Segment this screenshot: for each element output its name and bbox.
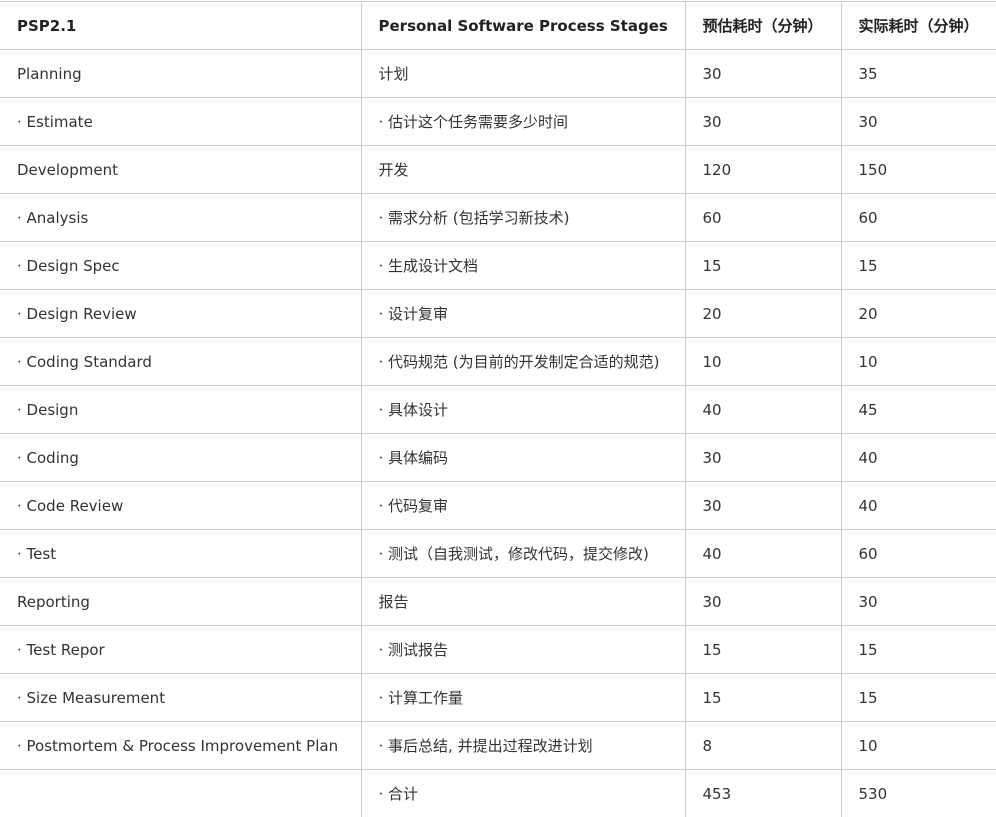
cell-stage: · 需求分析 (包括学习新技术) (360, 193, 686, 242)
cell-stage: · 代码规范 (为目前的开发制定合适的规范) (360, 337, 686, 386)
table-row: · Test Repor · 测试报告 15 15 (0, 625, 996, 674)
cell-psp: · Code Review (0, 481, 362, 530)
cell-stage: · 代码复审 (360, 481, 686, 530)
cell-stage: · 生成设计文档 (360, 241, 686, 290)
cell-psp: · Design (0, 385, 362, 434)
cell-psp: · Design Spec (0, 241, 362, 290)
cell-actual: 35 (840, 49, 996, 98)
table-row: · Postmortem & Process Improvement Plan … (0, 721, 996, 770)
cell-psp: · Design Review (0, 289, 362, 338)
table-row: · Design · 具体设计 40 45 (0, 385, 996, 434)
cell-actual: 45 (840, 385, 996, 434)
cell-actual: 10 (840, 337, 996, 386)
table-row-total: · 合计 453 530 (0, 769, 996, 817)
table-row: · Test · 测试（自我测试，修改代码，提交修改) 40 60 (0, 529, 996, 578)
cell-actual: 530 (840, 769, 996, 817)
cell-stage: · 测试报告 (360, 625, 686, 674)
cell-estimated: 40 (684, 385, 842, 434)
cell-psp: · Estimate (0, 97, 362, 146)
cell-psp: · Coding Standard (0, 337, 362, 386)
table-row: Planning 计划 30 35 (0, 49, 996, 98)
cell-estimated: 8 (684, 721, 842, 770)
cell-estimated: 30 (684, 97, 842, 146)
cell-actual: 20 (840, 289, 996, 338)
cell-stage: · 测试（自我测试，修改代码，提交修改) (360, 529, 686, 578)
cell-estimated: 30 (684, 49, 842, 98)
cell-estimated: 10 (684, 337, 842, 386)
cell-estimated: 60 (684, 193, 842, 242)
table-row: Reporting 报告 30 30 (0, 577, 996, 626)
table-row: · Analysis · 需求分析 (包括学习新技术) 60 60 (0, 193, 996, 242)
cell-estimated: 30 (684, 481, 842, 530)
cell-actual: 150 (840, 145, 996, 194)
header-estimated-time: 预估耗时（分钟） (684, 1, 842, 50)
cell-psp: Development (0, 145, 362, 194)
cell-psp: · Size Measurement (0, 673, 362, 722)
cell-actual: 30 (840, 97, 996, 146)
table-row: · Design Review · 设计复审 20 20 (0, 289, 996, 338)
cell-actual: 30 (840, 577, 996, 626)
cell-psp: · Analysis (0, 193, 362, 242)
table-row: · Size Measurement · 计算工作量 15 15 (0, 673, 996, 722)
cell-psp (0, 769, 362, 817)
cell-actual: 10 (840, 721, 996, 770)
cell-estimated: 15 (684, 625, 842, 674)
cell-actual: 40 (840, 481, 996, 530)
cell-estimated: 15 (684, 241, 842, 290)
cell-stage: · 设计复审 (360, 289, 686, 338)
cell-estimated: 453 (684, 769, 842, 817)
cell-stage: · 具体编码 (360, 433, 686, 482)
cell-actual: 15 (840, 625, 996, 674)
table-row: · Estimate · 估计这个任务需要多少时间 30 30 (0, 97, 996, 146)
cell-estimated: 30 (684, 433, 842, 482)
cell-stage: · 合计 (360, 769, 686, 817)
cell-estimated: 40 (684, 529, 842, 578)
cell-actual: 15 (840, 673, 996, 722)
table-row: · Coding · 具体编码 30 40 (0, 433, 996, 482)
cell-stage: 计划 (360, 49, 686, 98)
cell-estimated: 15 (684, 673, 842, 722)
cell-estimated: 120 (684, 145, 842, 194)
cell-actual: 40 (840, 433, 996, 482)
cell-psp: Planning (0, 49, 362, 98)
table-row: · Coding Standard · 代码规范 (为目前的开发制定合适的规范)… (0, 337, 996, 386)
cell-stage: · 事后总结, 并提出过程改进计划 (360, 721, 686, 770)
cell-psp: · Test (0, 529, 362, 578)
cell-stage: · 计算工作量 (360, 673, 686, 722)
psp-time-table: PSP2.1 Personal Software Process Stages … (0, 1, 996, 817)
cell-psp: Reporting (0, 577, 362, 626)
header-stages: Personal Software Process Stages (360, 1, 686, 50)
cell-actual: 60 (840, 529, 996, 578)
table-row: Development 开发 120 150 (0, 145, 996, 194)
cell-estimated: 20 (684, 289, 842, 338)
header-actual-time: 实际耗时（分钟） (840, 1, 996, 50)
cell-stage: · 估计这个任务需要多少时间 (360, 97, 686, 146)
table-row: · Code Review · 代码复审 30 40 (0, 481, 996, 530)
cell-actual: 60 (840, 193, 996, 242)
cell-stage: 开发 (360, 145, 686, 194)
cell-estimated: 30 (684, 577, 842, 626)
cell-psp: · Coding (0, 433, 362, 482)
cell-stage: · 具体设计 (360, 385, 686, 434)
cell-psp: · Postmortem & Process Improvement Plan (0, 721, 362, 770)
cell-stage: 报告 (360, 577, 686, 626)
table-header-row: PSP2.1 Personal Software Process Stages … (0, 1, 996, 50)
table-row: · Design Spec · 生成设计文档 15 15 (0, 241, 996, 290)
cell-psp: · Test Repor (0, 625, 362, 674)
header-psp: PSP2.1 (0, 1, 362, 50)
cell-actual: 15 (840, 241, 996, 290)
